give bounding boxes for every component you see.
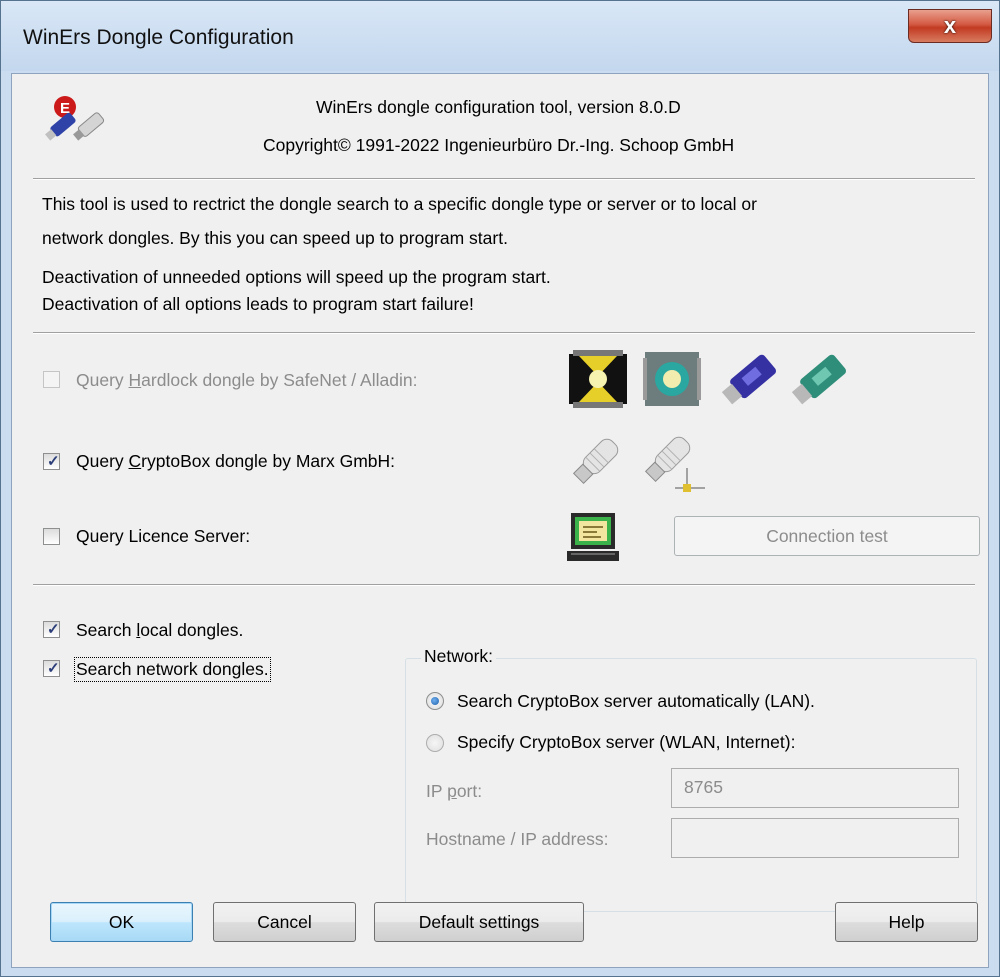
close-button[interactable]: x bbox=[908, 9, 992, 43]
hardlock-checkbox[interactable] bbox=[43, 371, 60, 388]
dialog-window: WinErs Dongle Configuration x E WinErs d… bbox=[0, 0, 1000, 977]
hardlock-usb-green-dongle-icon bbox=[787, 346, 853, 417]
cryptobox-label-pre: Query bbox=[76, 451, 129, 471]
title-bar[interactable]: WinErs Dongle Configuration x bbox=[1, 1, 999, 71]
info-text-2b: Deactivation of all options leads to pro… bbox=[42, 294, 474, 314]
hostname-label: Hostname / IP address: bbox=[426, 829, 609, 849]
search-local-label: Search local dongles. bbox=[76, 620, 243, 641]
hardlock-label-accel: H bbox=[128, 370, 142, 390]
check-mark-icon: ✓ bbox=[47, 453, 60, 470]
help-button[interactable]: Help bbox=[835, 902, 978, 942]
window-title: WinErs Dongle Configuration bbox=[23, 26, 294, 49]
ok-button[interactable]: OK bbox=[50, 902, 193, 942]
cryptobox-network-dongle-icon bbox=[637, 428, 709, 501]
separator-3 bbox=[33, 584, 975, 586]
ip-port-label: IP port: bbox=[426, 781, 482, 802]
default-settings-button[interactable]: Default settings bbox=[374, 902, 584, 942]
separator-1 bbox=[33, 178, 975, 180]
search-local-label-pre: Search bbox=[76, 620, 137, 640]
hardlock-usb-blue-dongle-icon bbox=[717, 346, 783, 417]
cancel-button[interactable]: Cancel bbox=[213, 902, 356, 942]
hostname-input[interactable] bbox=[671, 818, 959, 858]
search-server-auto-radio[interactable] bbox=[426, 692, 444, 710]
hardlock-label-post: ardlock dongle by SafeNet / Alladin: bbox=[141, 370, 418, 390]
radio-selected-dot-icon bbox=[431, 697, 439, 705]
licence-server-label: Query Licence Server: bbox=[76, 526, 251, 546]
hardlock-label: Query Hardlock dongle by SafeNet / Allad… bbox=[76, 370, 417, 391]
check-mark-icon: ✓ bbox=[47, 660, 60, 677]
cryptobox-usb-dongle-icon bbox=[565, 428, 629, 497]
licence-server-checkbox[interactable] bbox=[43, 528, 60, 545]
specify-server-label: Specify CryptoBox server (WLAN, Internet… bbox=[457, 732, 796, 752]
info-text-1b: network dongles. By this you can speed u… bbox=[42, 228, 508, 248]
ip-port-input[interactable]: 8765 bbox=[671, 768, 959, 808]
search-local-checkbox[interactable]: ✓ bbox=[43, 621, 60, 638]
ip-port-label-accel: p bbox=[447, 781, 457, 801]
info-text-1a: This tool is used to rectrict the dongle… bbox=[42, 194, 757, 214]
cryptobox-label-post: ryptoBox dongle by Marx GmbH: bbox=[141, 451, 396, 471]
connection-test-button[interactable]: Connection test bbox=[674, 516, 980, 556]
hardlock-label-pre: Query bbox=[76, 370, 129, 390]
hardlock-card-dongle-icon bbox=[641, 348, 703, 415]
close-icon: x bbox=[943, 13, 957, 38]
licence-server-computer-icon bbox=[567, 511, 619, 570]
cryptobox-label: Query CryptoBox dongle by Marx GmbH: bbox=[76, 451, 395, 472]
cryptobox-checkbox[interactable]: ✓ bbox=[43, 453, 60, 470]
hardlock-parallel-dongle-icon bbox=[567, 348, 629, 415]
check-mark-icon: ✓ bbox=[47, 621, 60, 638]
separator-2 bbox=[33, 332, 975, 334]
search-network-label: Search network dongles. bbox=[74, 657, 271, 682]
header-version-text: WinErs dongle configuration tool, versio… bbox=[316, 97, 681, 117]
search-server-auto-label: Search CryptoBox server automatically (L… bbox=[457, 691, 815, 711]
search-local-label-post: ocal dongles. bbox=[140, 620, 244, 640]
specify-server-radio[interactable] bbox=[426, 734, 444, 752]
cryptobox-label-accel: C bbox=[128, 451, 142, 471]
winers-dongle-logo-icon: E bbox=[43, 93, 113, 157]
ip-port-label-pre: IP bbox=[426, 781, 448, 801]
search-network-checkbox[interactable]: ✓ bbox=[43, 660, 60, 677]
ip-port-label-post: ort: bbox=[456, 781, 483, 801]
info-text-2a: Deactivation of unneeded options will sp… bbox=[42, 267, 551, 287]
network-group-label: Network: bbox=[421, 646, 497, 667]
header-copyright-text: Copyright© 1991-2022 Ingenieurbüro Dr.-I… bbox=[263, 135, 735, 155]
